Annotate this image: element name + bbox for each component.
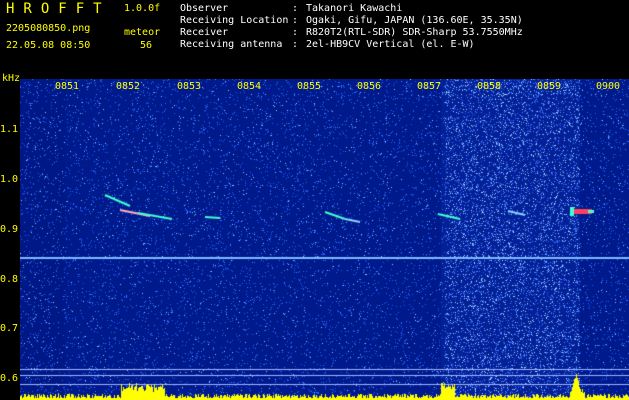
info-row-antenna: Receiving antenna:2el-HB9CV Vertical (el…: [180, 39, 475, 50]
y-tick-label: 1.0: [0, 174, 19, 185]
info-sep: :: [292, 15, 299, 26]
x-tick-label: 0853: [177, 81, 202, 92]
x-tick-label: 0900: [596, 81, 621, 92]
y-tick-label: 0.7: [0, 323, 19, 334]
app-version: 1.0.0f: [124, 3, 161, 14]
x-tick-label: 0857: [417, 81, 442, 92]
y-axis-unit: kHz: [2, 73, 21, 84]
x-tick-label: 0852: [116, 81, 141, 92]
info-key: Receiver: [180, 27, 229, 38]
y-tick-label: 1.1: [0, 124, 19, 135]
info-row-location: Receiving Location: Ogaki, Gifu, JAPAN (1…: [180, 15, 523, 26]
y-tick-label: 0.9: [0, 224, 19, 235]
x-tick-label: 0851: [55, 81, 80, 92]
info-sep: :: [292, 3, 299, 14]
info-value: 2el-HB9CV Vertical (el. E-W): [306, 39, 475, 50]
meteor-label: meteor: [124, 27, 161, 38]
x-tick-label: 0858: [477, 81, 502, 92]
info-sep: :: [292, 39, 299, 50]
x-tick-label: 0855: [297, 81, 322, 92]
info-key: Receiving antenna: [180, 39, 283, 50]
info-row-receiver: Receiver: R820T2(RTL-SDR) SDR-Sharp 53.75…: [180, 27, 523, 38]
info-value: Takanori Kawachi: [306, 3, 403, 14]
y-tick-label: 0.8: [0, 274, 19, 285]
spectrogram-canvas: [20, 79, 629, 400]
info-value: Ogaki, Gifu, JAPAN (136.60E, 35.35N): [306, 15, 523, 26]
info-key: Receiving Location: [180, 15, 289, 26]
y-tick-label: 0.6: [0, 373, 19, 384]
info-sep: :: [292, 27, 299, 38]
file-name: 2205080850.png: [6, 23, 91, 34]
app-title: HROFFT: [6, 1, 111, 17]
info-row-observer: Observer: Takanori Kawachi: [180, 3, 402, 14]
x-tick-label: 0854: [237, 81, 262, 92]
timestamp: 22.05.08 08:50: [6, 40, 91, 51]
x-tick-label: 0856: [357, 81, 382, 92]
info-key: Observer: [180, 3, 229, 14]
hrofft-window: HROFFT 1.0.0f 2205080850.png meteor 22.0…: [0, 0, 629, 400]
x-tick-label: 0859: [537, 81, 562, 92]
meteor-count: 56: [140, 40, 153, 51]
info-value: R820T2(RTL-SDR) SDR-Sharp 53.7550MHz: [306, 27, 523, 38]
